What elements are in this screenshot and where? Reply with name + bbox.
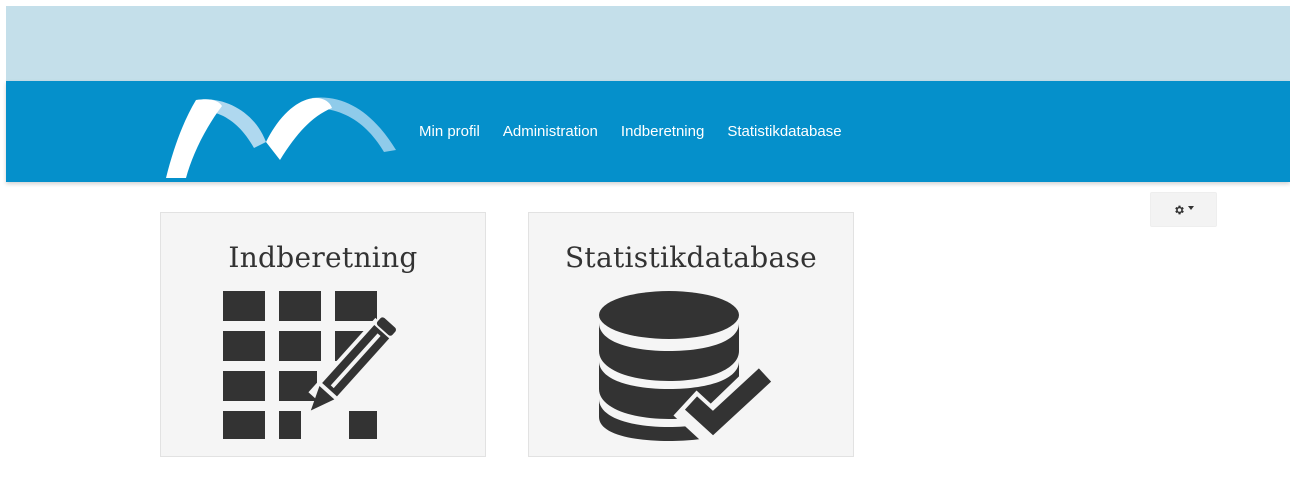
card-title: Indberetning (228, 241, 418, 274)
navbar: Min profil Administration Indberetning S… (6, 81, 1290, 182)
top-banner-strip (6, 6, 1290, 81)
database-check-icon (599, 291, 779, 441)
nav-link-min-profil[interactable]: Min profil (419, 123, 480, 140)
settings-dropdown-button[interactable] (1150, 192, 1217, 227)
card-statistikdatabase[interactable]: Statistikdatabase (528, 212, 854, 457)
logo-icon[interactable] (162, 90, 402, 178)
grid-pencil-icon (223, 291, 397, 439)
nav-links: Min profil Administration Indberetning S… (419, 81, 865, 182)
nav-link-statistikdatabase[interactable]: Statistikdatabase (727, 123, 841, 140)
gear-icon (1175, 205, 1184, 214)
nav-link-administration[interactable]: Administration (503, 123, 598, 140)
card-indberetning[interactable]: Indberetning (160, 212, 486, 457)
chevron-down-icon (1188, 205, 1194, 210)
card-title: Statistikdatabase (564, 241, 818, 274)
nav-link-indberetning[interactable]: Indberetning (621, 123, 704, 140)
